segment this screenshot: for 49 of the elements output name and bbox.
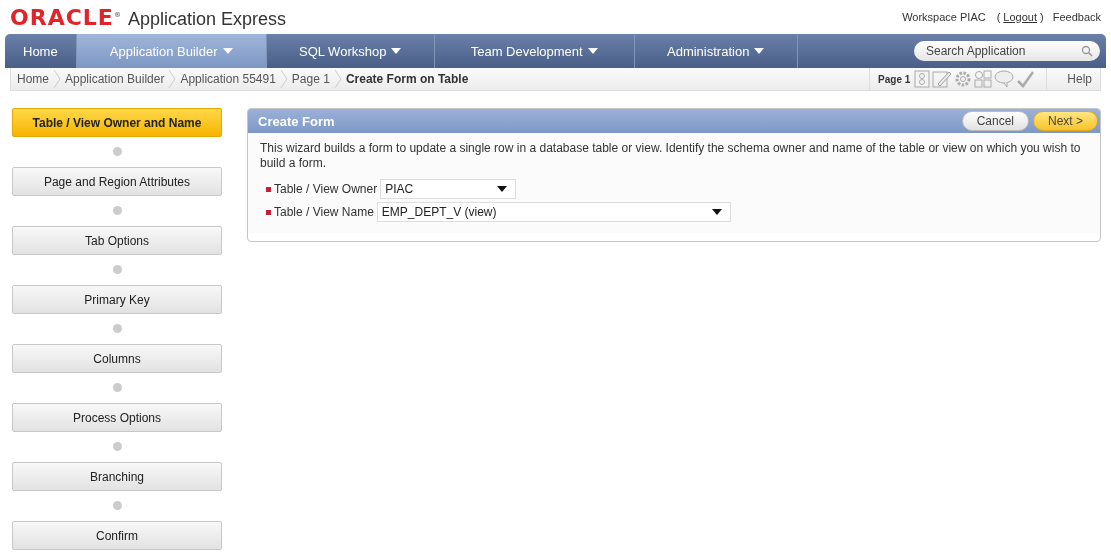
page-label: Page 1 xyxy=(878,73,911,85)
field-label: Table / View Name xyxy=(274,205,374,219)
paren-text: ( xyxy=(996,11,1001,23)
comment-icon[interactable] xyxy=(994,70,1015,88)
cancel-button[interactable]: Cancel xyxy=(961,111,1029,131)
region-title: Create Form xyxy=(258,113,335,129)
breadcrumb-link[interactable]: Home xyxy=(17,72,49,86)
step-connector-icon xyxy=(112,501,122,510)
gear-icon[interactable] xyxy=(954,70,973,88)
oracle-logo: ORACLE$^{®}$ xyxy=(10,4,122,30)
breadcrumb-link[interactable]: Application Builder xyxy=(65,72,165,86)
check-icon[interactable] xyxy=(1016,70,1035,88)
paren-text: ) xyxy=(1040,11,1044,23)
wizard-step: Primary Key xyxy=(12,285,222,314)
wizard-step: Confirm xyxy=(12,521,222,550)
chevron-icon xyxy=(53,70,61,88)
breadcrumb-current: Create Form on Table xyxy=(345,72,469,86)
wizard-step: Page and Region Attributes xyxy=(12,167,222,196)
product-title: Application Express xyxy=(127,8,286,30)
step-connector-icon xyxy=(112,442,122,451)
search-field[interactable]: Search Application xyxy=(914,41,1100,61)
chevron-icon xyxy=(333,70,342,88)
feedback-link[interactable]: Feedback xyxy=(1052,11,1101,23)
next-button[interactable]: Next > xyxy=(1033,111,1098,131)
select-field[interactable]: PIAC xyxy=(380,179,517,199)
shapes-icon[interactable] xyxy=(974,70,993,88)
step-connector-icon xyxy=(112,265,122,274)
workspace-label: Workspace PIAC xyxy=(902,11,986,23)
logout-link[interactable]: Logout xyxy=(1003,11,1037,23)
breadcrumb-link[interactable]: Page 1 xyxy=(291,72,330,86)
wizard-step: Branching xyxy=(12,462,222,491)
chevron-icon xyxy=(279,70,288,88)
breadcrumb-link[interactable]: Application 55491 xyxy=(180,72,276,86)
wizard-step: Columns xyxy=(12,344,222,373)
help-link[interactable]: Help xyxy=(1046,68,1100,90)
step-connector-icon xyxy=(112,324,122,333)
step-connector-icon xyxy=(112,206,122,215)
description-text: This wizard builds a form to update a single row in a database table or view. Identify the schema owner and name of the table or view on which you wish to build a form. xyxy=(260,141,1082,171)
step-connector-icon xyxy=(112,147,122,156)
pencil-icon[interactable] xyxy=(932,70,953,88)
step-connector-icon xyxy=(112,383,122,392)
chevron-icon xyxy=(168,70,177,88)
search-icon xyxy=(1081,45,1093,57)
wizard-step: Process Options xyxy=(12,403,222,432)
page-nav-icon[interactable] xyxy=(914,70,931,88)
select-field[interactable]: EMP_DEPT_V (view) xyxy=(376,202,731,222)
wizard-step: Table / View Owner and Name xyxy=(12,108,222,137)
field-label: Table / View Owner xyxy=(274,182,378,196)
wizard-step: Tab Options xyxy=(12,226,222,255)
